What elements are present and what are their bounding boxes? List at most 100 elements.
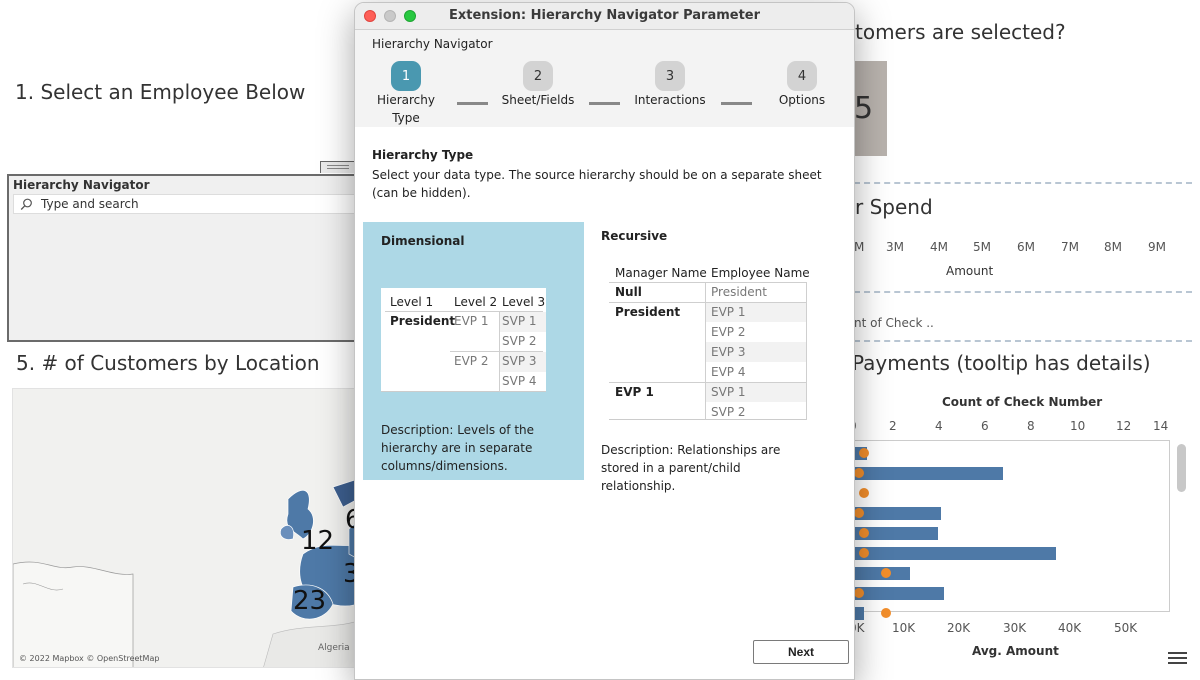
step-3-label[interactable]: Interactions — [630, 91, 710, 109]
count-axis-tick: 14 — [1153, 419, 1169, 433]
map-label-spain: 23 — [293, 586, 327, 616]
panel-grip[interactable] — [320, 161, 356, 173]
search-icon — [20, 198, 32, 210]
map-label-uk: 12 — [301, 526, 335, 556]
hierarchy-search-input[interactable]: Type and search — [13, 194, 356, 214]
count-axis-tick: 12 — [1116, 419, 1132, 433]
spend-axis-tick: 6M — [1017, 240, 1035, 254]
next-button[interactable]: Next — [753, 640, 849, 664]
recursive-title: Recursive — [601, 229, 668, 243]
divider — [854, 340, 1192, 342]
avg-axis-tick: 40K — [1058, 621, 1082, 635]
extension-dialog: Extension: Hierarchy Navigator Parameter… — [354, 2, 855, 680]
divider — [854, 182, 1192, 184]
payments-chart[interactable] — [854, 440, 1170, 620]
divider — [854, 291, 1192, 293]
level-1-value: President — [390, 314, 456, 328]
step-1-label-line1: Hierarchy — [376, 93, 435, 107]
dimensional-option-card[interactable]: Dimensional Level 1 Level 2 Level 3 Pres… — [363, 222, 584, 480]
spend-axis-tick: 3M — [886, 240, 904, 254]
count-dot[interactable] — [858, 488, 869, 498]
dimensional-title: Dimensional — [381, 234, 465, 248]
avg-axis-label: Avg. Amount — [972, 644, 1059, 658]
menu-icon[interactable] — [1168, 652, 1187, 665]
payment-bar[interactable] — [854, 467, 1004, 480]
count-axis-tick: 10 — [1070, 419, 1086, 433]
kpi-value: 5 — [854, 91, 874, 126]
count-dot[interactable] — [880, 608, 891, 618]
select-employee-title: 1. Select an Employee Below — [15, 80, 306, 104]
app-title: Hierarchy Navigator — [372, 37, 493, 51]
count-axis-tick: 8 — [1027, 419, 1035, 433]
section-description: Select your data type. The source hierar… — [372, 168, 822, 200]
count-dot[interactable] — [858, 448, 869, 458]
payment-bar[interactable] — [854, 607, 864, 620]
count-dot[interactable] — [858, 548, 869, 558]
step-1-label[interactable]: Hierarchy Type — [366, 91, 446, 127]
payments-title: Payments (tooltip has details) — [852, 351, 1151, 375]
avg-axis-tick: 20K — [947, 621, 971, 635]
count-axis-title: Count of Check Number — [942, 395, 1103, 409]
payment-bar[interactable] — [854, 587, 945, 600]
count-dot[interactable] — [854, 508, 864, 518]
step-3-indicator[interactable]: 3 — [655, 61, 685, 91]
level-3-value: SVP 4 — [502, 374, 537, 388]
spend-axis-tick: 4M — [930, 240, 948, 254]
employee-value: EVP 1 — [711, 305, 746, 319]
level-1-header: Level 1 — [390, 295, 434, 309]
customers-location-title: 5. # of Customers by Location — [16, 351, 320, 375]
count-dot[interactable] — [854, 468, 864, 478]
step-1-indicator[interactable]: 1 — [391, 61, 421, 91]
step-connector — [589, 102, 620, 105]
manager-name-header: Manager Name — [615, 266, 707, 280]
employee-value: SVP 2 — [711, 405, 746, 419]
employee-value: EVP 2 — [711, 325, 746, 339]
hierarchy-navigator-panel: Hierarchy Navigator Type and search — [7, 174, 362, 342]
employee-value: EVP 3 — [711, 345, 746, 359]
hierarchy-navigator-title: Hierarchy Navigator — [13, 178, 150, 192]
count-axis-tick: 6 — [981, 419, 989, 433]
count-dot[interactable] — [858, 528, 869, 538]
level-3-header: Level 3 — [502, 295, 546, 309]
recursive-option-card[interactable]: Recursive Manager Name Employee Name Nul… — [593, 222, 843, 493]
step-connector — [721, 102, 752, 105]
level-3-value: SVP 2 — [502, 334, 537, 348]
count-dot[interactable] — [880, 568, 891, 578]
manager-value: President — [615, 305, 681, 319]
spend-axis-tick: 8M — [1104, 240, 1122, 254]
manager-value: Null — [615, 285, 642, 299]
recursive-description: Description: Relationships are stored in… — [601, 443, 781, 493]
dimensional-description: Description: Levels of the hierarchy are… — [381, 423, 535, 473]
step-4-indicator[interactable]: 4 — [787, 61, 817, 91]
step-4-label[interactable]: Options — [762, 91, 842, 109]
manager-value: EVP 1 — [615, 385, 654, 399]
payment-bar[interactable] — [854, 507, 942, 520]
spend-axis-label: Amount — [946, 264, 994, 278]
recursive-example-table: Manager Name Employee Name Null Presiden… — [609, 262, 810, 420]
spend-axis-tick: M — [854, 240, 865, 254]
level-3-value: SVP 1 — [502, 314, 537, 328]
step-2-label[interactable]: Sheet/Fields — [498, 91, 578, 109]
avg-axis-tick: 50K — [1114, 621, 1138, 635]
spend-axis-tick: 5M — [973, 240, 991, 254]
kpi-tile[interactable]: 5 — [854, 61, 887, 156]
customers-selected-title: tomers are selected? — [855, 20, 1066, 44]
spend-title: r Spend — [855, 195, 933, 219]
chart-scrollbar[interactable] — [1177, 444, 1186, 492]
avg-axis-tick: 30K — [1003, 621, 1027, 635]
dialog-titlebar: Extension: Hierarchy Navigator Parameter — [355, 3, 854, 30]
customers-map[interactable]: 12 23 6 3 Algeria © 2022 Mapbox © OpenSt… — [12, 388, 357, 668]
avg-axis-tick: 10K — [892, 621, 916, 635]
count-axis-tick: 2 — [889, 419, 897, 433]
level-3-value: SVP 3 — [502, 354, 537, 368]
spend-axis-tick: 9M — [1148, 240, 1166, 254]
dimensional-example-table: Level 1 Level 2 Level 3 President EVP 1 … — [381, 288, 546, 392]
employee-value: SVP 1 — [711, 385, 746, 399]
payment-bar[interactable] — [854, 547, 1057, 560]
level-2-value: EVP 2 — [454, 354, 489, 368]
step-1-label-line2: Type — [392, 111, 420, 125]
step-2-indicator[interactable]: 2 — [523, 61, 553, 91]
map-city-label: Algeria — [318, 643, 350, 653]
count-dot[interactable] — [854, 588, 864, 598]
map-credit: © 2022 Mapbox © OpenStreetMap — [19, 654, 160, 663]
